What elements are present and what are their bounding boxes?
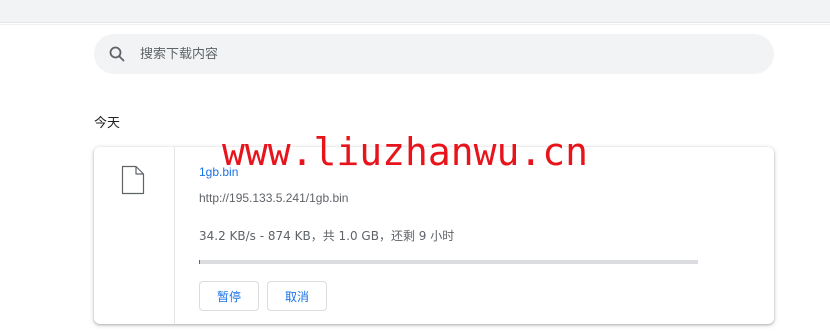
search-bar[interactable] <box>94 34 774 74</box>
divider <box>0 24 830 25</box>
date-group-header: 今天 <box>94 116 121 131</box>
search-input[interactable] <box>140 46 700 62</box>
download-item-card: 1gb.bin http://195.133.5.241/1gb.bin 34.… <box>94 147 774 324</box>
download-item-icon-column <box>94 147 175 324</box>
file-icon <box>121 165 145 195</box>
file-url[interactable]: http://195.133.5.241/1gb.bin <box>199 191 348 205</box>
top-toolbar-strip <box>0 0 830 23</box>
cancel-button[interactable]: 取消 <box>267 281 327 311</box>
progress-bar <box>199 260 698 264</box>
downloads-page: 今天 1gb.bin http://195.133.5.241/1gb.bin … <box>0 0 830 334</box>
search-icon[interactable] <box>108 45 126 63</box>
download-status-text: 34.2 KB/s - 874 KB，共 1.0 GB，还剩 9 小时 <box>199 229 455 243</box>
pause-button[interactable]: 暂停 <box>199 281 259 311</box>
file-name-link[interactable]: 1gb.bin <box>199 165 238 179</box>
